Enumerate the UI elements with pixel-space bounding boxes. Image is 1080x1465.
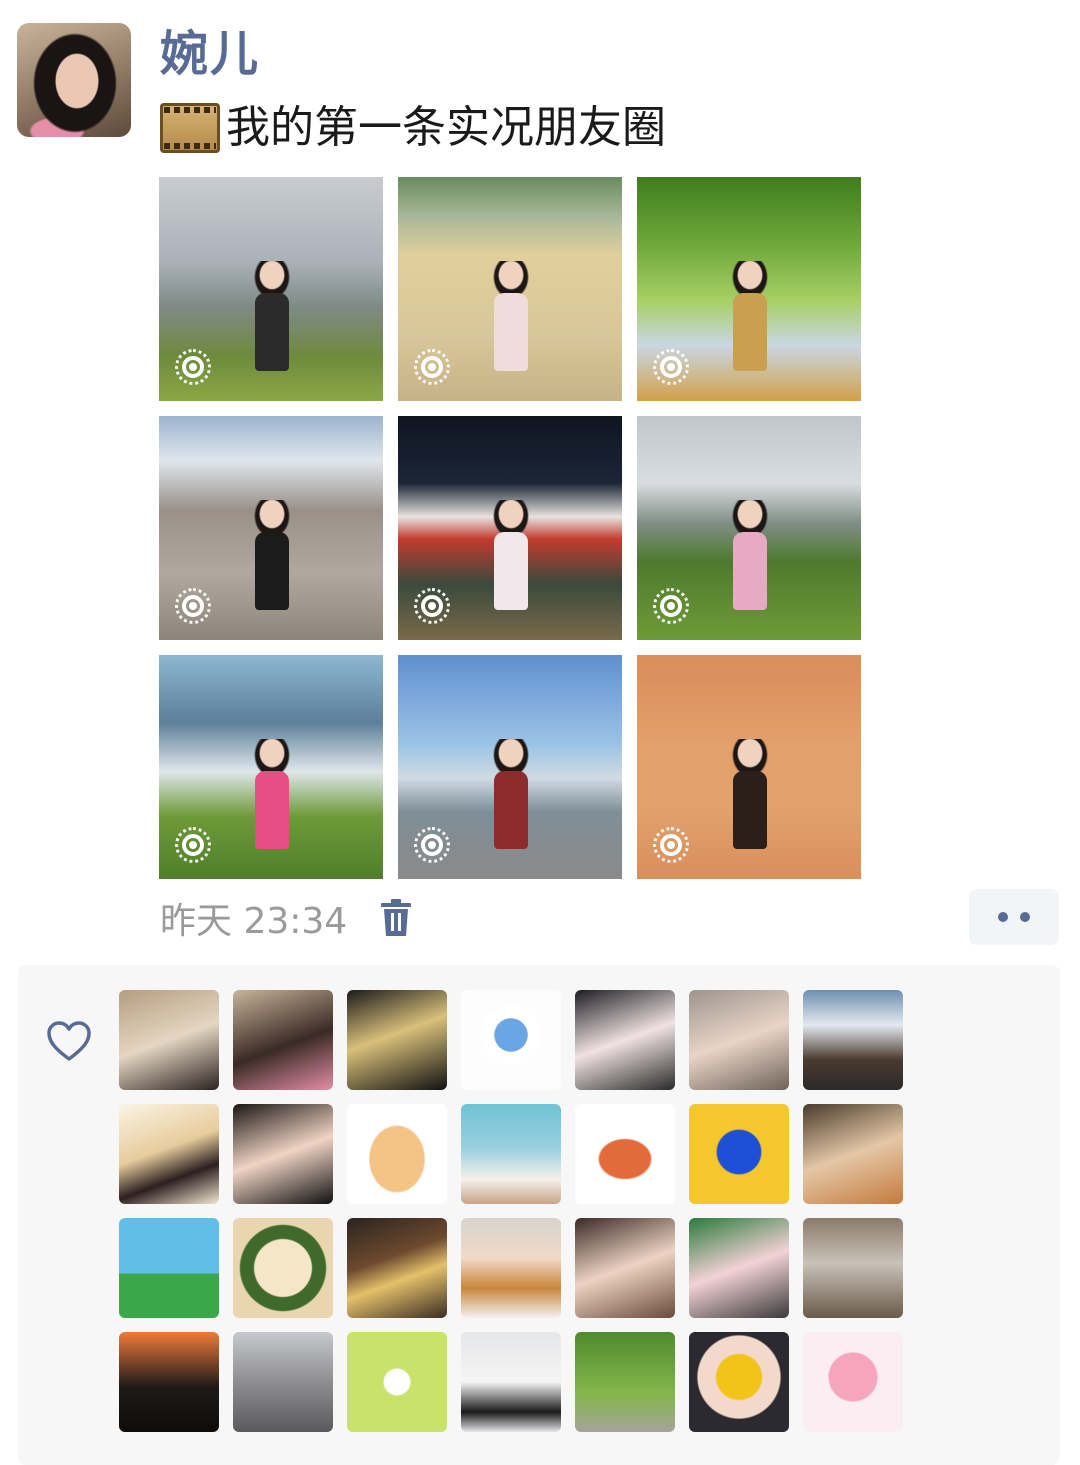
live-photo-icon <box>653 588 689 624</box>
liker-avatar[interactable] <box>803 1332 903 1432</box>
photo-tree-clouds[interactable] <box>159 655 383 879</box>
post-time: 昨天 23:34 <box>160 901 348 942</box>
liker-avatar[interactable] <box>347 1218 447 1318</box>
photo-sandstorm[interactable] <box>637 655 861 879</box>
liker-avatar[interactable] <box>575 990 675 1090</box>
photo-lake-railing[interactable] <box>398 655 622 879</box>
liker-avatar[interactable] <box>233 1332 333 1432</box>
photo-person <box>727 739 773 849</box>
liker-avatar[interactable] <box>347 1104 447 1204</box>
liker-avatar[interactable] <box>803 1218 903 1318</box>
liker-avatar[interactable] <box>119 990 219 1090</box>
photo-person <box>488 500 534 610</box>
liker-avatar[interactable] <box>689 990 789 1090</box>
liker-avatar[interactable] <box>575 1218 675 1318</box>
liker-avatar[interactable] <box>233 1104 333 1204</box>
photo-green-hills[interactable] <box>637 416 861 640</box>
liker-avatar[interactable] <box>461 1218 561 1318</box>
photo-travertine-terraces[interactable] <box>398 177 622 401</box>
photo-grid <box>159 177 861 879</box>
live-photo-icon <box>414 827 450 863</box>
photo-night-palace[interactable] <box>398 416 622 640</box>
author-name[interactable]: 婉儿 <box>160 24 260 84</box>
photo-tree-canopy[interactable] <box>637 177 861 401</box>
liker-avatar[interactable] <box>575 1332 675 1432</box>
author-avatar[interactable] <box>17 23 131 137</box>
liker-avatar[interactable] <box>119 1218 219 1318</box>
film-reel-icon <box>160 103 220 153</box>
more-dot <box>1020 912 1030 922</box>
liker-avatar[interactable] <box>461 1104 561 1204</box>
liker-avatar[interactable] <box>119 1332 219 1432</box>
liker-avatar[interactable] <box>347 1332 447 1432</box>
more-dot <box>998 912 1008 922</box>
photo-person <box>727 261 773 371</box>
live-photo-icon <box>414 349 450 385</box>
photo-person <box>488 739 534 849</box>
liker-avatar[interactable] <box>461 1332 561 1432</box>
post-text-label: 我的第一条实况朋友圈 <box>226 102 666 153</box>
live-photo-icon <box>175 827 211 863</box>
post-meta: 昨天 23:34 <box>160 890 413 946</box>
liker-avatar[interactable] <box>347 990 447 1090</box>
liker-avatar[interactable] <box>689 1218 789 1318</box>
photo-mountain-rocks[interactable] <box>159 177 383 401</box>
liker-avatar[interactable] <box>803 990 903 1090</box>
live-photo-icon <box>414 588 450 624</box>
liker-avatar[interactable] <box>119 1104 219 1204</box>
post-text: 我的第一条实况朋友圈 <box>160 98 666 158</box>
live-photo-icon <box>653 827 689 863</box>
photo-person <box>249 739 295 849</box>
photo-person <box>727 500 773 610</box>
liker-avatar[interactable] <box>689 1104 789 1204</box>
heart-outline-icon <box>47 1021 91 1061</box>
liker-avatar[interactable] <box>575 1104 675 1204</box>
photo-person <box>488 261 534 371</box>
photo-snow-mountain[interactable] <box>159 416 383 640</box>
live-photo-icon <box>175 349 211 385</box>
photo-person <box>249 500 295 610</box>
liker-avatar[interactable] <box>803 1104 903 1204</box>
likes-panel <box>18 965 1060 1465</box>
trash-icon[interactable] <box>379 898 413 938</box>
liker-avatar[interactable] <box>233 1218 333 1318</box>
live-photo-icon <box>175 588 211 624</box>
liker-avatar[interactable] <box>461 990 561 1090</box>
live-photo-icon <box>653 349 689 385</box>
liker-avatar[interactable] <box>689 1332 789 1432</box>
liker-avatar[interactable] <box>233 990 333 1090</box>
more-dots-icon[interactable] <box>969 889 1059 945</box>
photo-person <box>249 261 295 371</box>
